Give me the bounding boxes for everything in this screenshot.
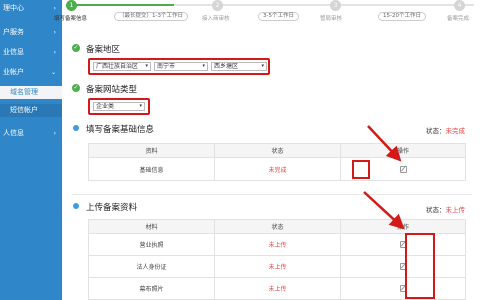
row-name-cell: 法人身份证	[89, 256, 215, 277]
row-action-cell	[341, 256, 465, 277]
row-status-cell: 未完成	[215, 158, 341, 180]
site-type-value: 企业类	[96, 103, 115, 110]
status-value: 未上传	[445, 206, 466, 214]
step-3-label: 管局审核	[320, 16, 343, 22]
main-panel: 1 填写备案信息 2 接入商审核 3 管局审核 4 备案完成 （最长提交）1-3…	[54, 0, 480, 300]
province-value: 广西壮族自治区	[96, 63, 139, 70]
sidebar-item-personal-info[interactable]: 人信息 ›	[0, 127, 62, 140]
step-4-circle: 4	[454, 0, 465, 11]
table-header-cell: 状态	[215, 144, 341, 157]
site-type-select[interactable]: 企业类 ▾	[93, 102, 145, 111]
table-header-cell: 状态	[215, 220, 341, 233]
row-name-cell: 营业执照	[89, 234, 215, 255]
sidebar-item-customer-service[interactable]: 户服务 ›	[0, 26, 62, 39]
site-type-title: 备案网站类型	[86, 85, 138, 95]
sidebar-item-management-center[interactable]: 理中心 ›	[0, 2, 62, 15]
info-dot-icon	[73, 203, 79, 209]
sidebar: 理中心 › 户服务 › 业信息 › 业帐户 ⌄ 域名管理 短信帐户 人信息 ›	[0, 0, 62, 300]
edit-highlight-box-upload	[405, 233, 435, 299]
row-name-cell: 幕布照片	[89, 278, 215, 299]
edit-highlight-box-basic	[352, 160, 370, 179]
duration-pill-1: （最长提交）1-3个工作日	[114, 12, 188, 21]
region-title: 备案地区	[86, 45, 121, 55]
sidebar-item-label: 理中心	[3, 4, 24, 12]
row-status-cell: 未上传	[215, 234, 341, 255]
sidebar-item-label: 人信息	[3, 129, 24, 137]
caret-down-icon: ▾	[139, 103, 142, 109]
sidebar-item-label: 户服务	[3, 28, 24, 36]
sidebar-item-sms-account[interactable]: 短信帐户	[0, 104, 62, 117]
step-4-label: 备案完成	[447, 16, 470, 22]
step-1-label: 填写备案信息	[54, 16, 88, 22]
table-row: 基础信息 未完成	[89, 158, 465, 180]
caret-down-icon: ▾	[145, 63, 148, 69]
caret-down-icon: ▾	[261, 63, 264, 69]
chevron-right-icon: ›	[53, 49, 56, 56]
step-2-circle: 2	[212, 0, 223, 11]
basic-info-status: 状态：未完成	[426, 125, 465, 135]
table-header-row: 资料 状态 操作	[89, 144, 465, 158]
table-header-cell: 材料	[89, 220, 215, 233]
table-header-cell: 操作	[396, 148, 409, 155]
district-value: 西乡塘区	[214, 63, 239, 70]
duration-pill-3: 15-20个工作日	[378, 12, 426, 21]
check-circle-icon: ✓	[72, 44, 80, 52]
upload-status: 状态：未上传	[426, 204, 465, 214]
row-name-cell: 基础信息	[89, 158, 215, 180]
table-header-cell: 资料	[89, 144, 215, 157]
step-3-circle: 3	[330, 0, 341, 11]
duration-pill-2: 3-5个工作日	[258, 12, 299, 21]
row-action-cell	[341, 234, 465, 255]
site-type-highlight-box: 企业类 ▾	[88, 98, 150, 115]
city-value: 南宁市	[157, 63, 176, 70]
check-circle-icon: ✓	[72, 84, 80, 92]
table-header-row: 材料 状态 操作	[89, 220, 465, 234]
step-line-done	[74, 4, 174, 6]
status-label: 状态：	[426, 127, 446, 135]
info-dot-icon	[73, 125, 79, 131]
step-1-circle: 1	[66, 0, 77, 11]
chevron-right-icon: ›	[53, 130, 56, 137]
district-select[interactable]: 西乡塘区 ▾	[211, 62, 267, 71]
basic-info-table: 资料 状态 操作 基础信息 未完成	[88, 143, 466, 181]
sidebar-item-label: 短信帐户	[10, 106, 38, 114]
row-action-cell	[341, 278, 465, 299]
upload-title: 上传备案资料	[86, 203, 138, 213]
row-status-cell: 未上传	[215, 278, 341, 299]
table-header-cell: 操作	[396, 224, 409, 231]
sidebar-item-enterprise-info[interactable]: 业信息 ›	[0, 46, 62, 59]
sidebar-item-label: 业信息	[3, 48, 24, 56]
city-select[interactable]: 南宁市 ▾	[154, 62, 208, 71]
chevron-right-icon: ›	[53, 29, 56, 36]
caret-down-icon: ▾	[202, 63, 205, 69]
status-label: 状态：	[426, 206, 446, 214]
region-highlight-box: 广西壮族自治区 ▾ 南宁市 ▾ 西乡塘区 ▾	[88, 58, 270, 75]
chevron-down-icon: ⌄	[50, 69, 56, 76]
basic-info-title: 填写备案基础信息	[86, 125, 155, 135]
row-status-cell: 未上传	[215, 256, 341, 277]
sidebar-item-label: 业帐户	[3, 68, 24, 76]
sidebar-item-enterprise-account[interactable]: 业帐户 ⌄	[0, 66, 62, 79]
status-value: 未完成	[445, 127, 466, 135]
section-divider	[72, 194, 472, 195]
sidebar-item-label: 域名管理	[10, 88, 38, 96]
sidebar-item-domain-management[interactable]: 域名管理	[0, 86, 62, 99]
step-2-label: 接入商审核	[202, 16, 230, 22]
province-select[interactable]: 广西壮族自治区 ▾	[93, 62, 151, 71]
edit-icon[interactable]	[399, 165, 407, 173]
